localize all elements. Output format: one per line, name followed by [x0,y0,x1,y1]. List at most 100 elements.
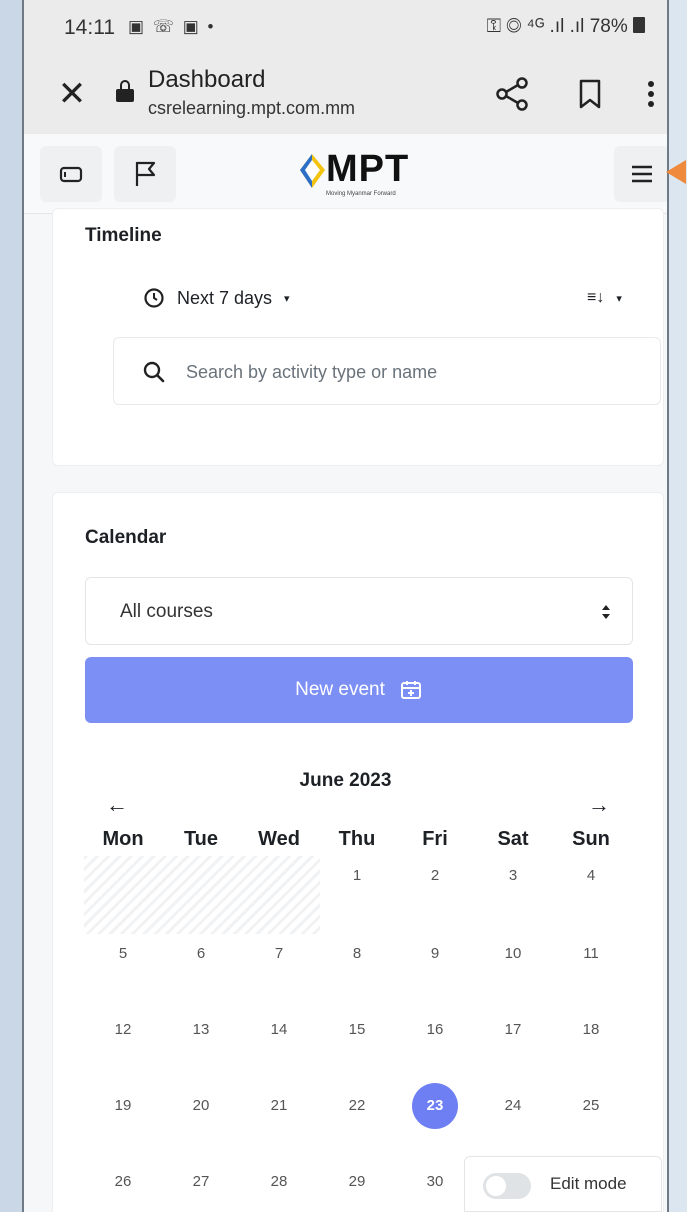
weekday-header-sat: Sat [497,828,529,850]
calendar-day[interactable]: 1 [318,856,396,896]
weekday-header-fri: Fri [422,828,448,850]
course-filter-select[interactable]: All courses [85,577,633,645]
calendar-day-number: 6 [196,945,206,962]
status-time: 14:11 [64,16,115,39]
calendar-day[interactable]: 28 [240,1162,318,1202]
select-arrows-icon [602,605,610,619]
prev-month-button[interactable]: ← [104,792,130,818]
bookmark-icon [579,79,601,109]
arrow-left-icon: ← [106,792,128,817]
calendar-day-number: 14 [270,1021,288,1038]
calendar-day-number: 25 [582,1097,600,1114]
share-icon [496,77,528,111]
calendar-day-number: 8 [352,945,362,962]
calendar-day-number: 17 [504,1021,522,1038]
calendar-day[interactable]: 7 [240,934,318,974]
calendar-day-number: 26 [114,1173,132,1190]
mpt-logo[interactable]: MPT Moving Myanmar Forward [298,148,428,200]
calendar-day[interactable]: 14 [240,1010,318,1050]
calendar-day[interactable]: 27 [162,1162,240,1202]
calendar-day-number: 18 [582,1021,600,1038]
calendar-day-number: 4 [586,867,596,884]
calendar-day-number: 7 [274,945,284,962]
close-icon: ✕ [57,75,87,113]
status-bar: 14:11 ▣ ☏ ▣ • ⚿ ◎ ⁴ᴳ .ıl .ıl 78% [24,0,667,58]
signal-icons: ⚿ ◎ ⁴ᴳ .ıl .ıl [486,16,585,37]
calendar-day[interactable]: 13 [162,1010,240,1050]
calendar-plus-icon [400,681,421,699]
dashboard-content: Timeline Next 7 days ▾ ≡↓ ▾ Search by ac… [24,208,667,1212]
calendar-day[interactable]: 24 [474,1086,552,1126]
block-drawer-button[interactable] [40,146,102,202]
calendar-day[interactable]: 26 [84,1162,162,1202]
browser-menu-button[interactable] [636,74,666,114]
calendar-day-number: 15 [348,1021,366,1038]
page-title: Dashboard [148,66,266,93]
calendar-day[interactable]: 20 [162,1086,240,1126]
calendar-day-number: 5 [118,945,128,962]
timeline-filter-label: Next 7 days [177,287,273,308]
caret-down-icon: ▾ [284,292,290,305]
calendar-day[interactable]: 22 [318,1086,396,1126]
clock-icon [144,288,164,308]
calendar-day[interactable]: 15 [318,1010,396,1050]
flag-button[interactable] [114,146,176,202]
calendar-day-number: 24 [504,1097,522,1114]
calendar-day[interactable]: 4 [552,856,630,896]
bookmark-button[interactable] [570,74,610,114]
calendar-day[interactable]: 16 [396,1010,474,1050]
calendar-day-number: 27 [192,1173,210,1190]
calendar-day[interactable]: 10 [474,934,552,974]
calendar-day[interactable]: 25 [552,1086,630,1126]
browser-toolbar: ✕ Dashboard csrelearning.mpt.com.mm [24,58,667,134]
calendar-month-label: June 2023 [299,770,392,791]
mpt-logo-icon [300,154,325,188]
weekday-header-tue: Tue [183,828,219,850]
calendar-day[interactable]: 18 [552,1010,630,1050]
share-button[interactable] [490,74,534,114]
calendar-day[interactable]: 6 [162,934,240,974]
calendar-day[interactable]: 12 [84,1010,162,1050]
calendar-day-today[interactable]: 23 [396,1083,474,1129]
battery-icon [633,17,645,33]
calendar-day[interactable]: 17 [474,1010,552,1050]
calendar-day-number: 3 [508,867,518,884]
calendar-title: Calendar [85,527,167,548]
calendar-day[interactable]: 8 [318,934,396,974]
calendar-day[interactable]: 21 [240,1086,318,1126]
calendar-day[interactable]: 19 [84,1086,162,1126]
calendar-day[interactable]: 5 [84,934,162,974]
edit-mode-label: Edit mode [550,1174,627,1193]
close-tab-button[interactable]: ✕ [52,74,92,114]
calendar-day-number: 22 [348,1097,366,1114]
calendar-day-number: 2 [430,867,440,884]
calendar-day[interactable]: 30 [396,1162,474,1202]
calendar-day[interactable]: 2 [396,856,474,896]
calendar-day[interactable]: 11 [552,934,630,974]
next-month-button[interactable]: → [586,792,612,818]
calendar-day-number: 19 [114,1097,132,1114]
page-url[interactable]: csrelearning.mpt.com.mm [148,98,355,119]
calendar-day[interactable]: 29 [318,1162,396,1202]
sort-icon: ≡↓ [587,289,605,306]
calendar-day-number: 1 [352,867,362,884]
calendar-day-number: 10 [504,945,522,962]
timeline-date-filter[interactable]: Next 7 days ▾ [143,283,290,313]
calendar-day-number: 9 [430,945,440,962]
calendar-day[interactable]: 3 [474,856,552,896]
timeline-search-input[interactable] [186,356,636,388]
lock-icon[interactable] [116,80,134,102]
timeline-title: Timeline [85,225,162,246]
calendar-day[interactable]: 9 [396,934,474,974]
calendar-day-number: 30 [426,1173,444,1190]
timeline-sort-button[interactable]: ≡↓ ▾ [587,283,622,313]
main-menu-button[interactable] [614,146,667,202]
edit-mode-toggle[interactable] [483,1173,531,1199]
calendar-day-number: 12 [114,1021,132,1038]
new-event-button[interactable]: New event [85,657,633,723]
phone-screen: 14:11 ▣ ☏ ▣ • ⚿ ◎ ⁴ᴳ .ıl .ıl 78% ✕ Dashb… [22,0,669,1212]
weekday-header-wed: Wed [258,828,300,850]
new-event-label: New event [295,679,385,700]
calendar-day-number: 28 [270,1173,288,1190]
logo-tagline: Moving Myanmar Forward [326,191,396,197]
